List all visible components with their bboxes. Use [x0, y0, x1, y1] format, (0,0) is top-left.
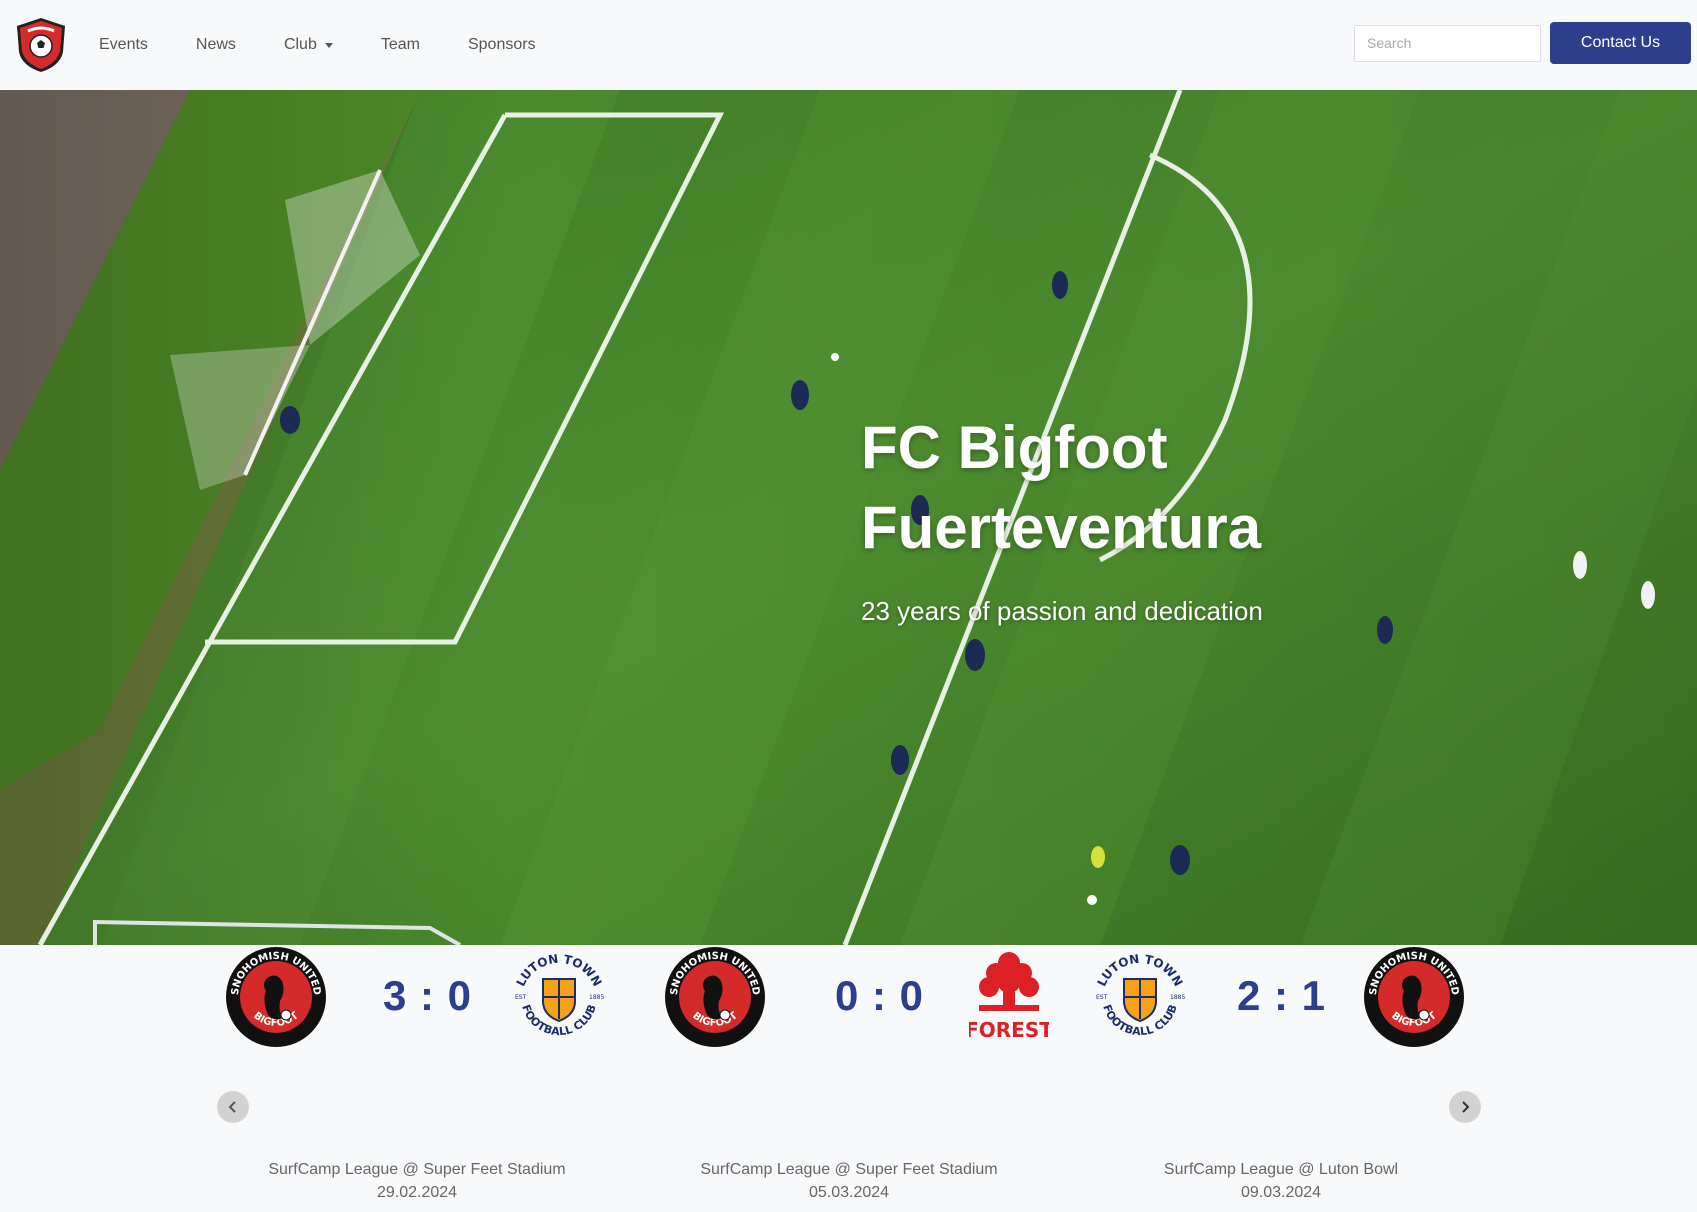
hero-title-line2: Fuerteventura: [861, 494, 1262, 561]
nav-actions: Contact Us: [1354, 22, 1691, 64]
chevron-right-icon: [1462, 1101, 1470, 1113]
match-date: 05.03.2024: [808, 1184, 890, 1201]
match-date: 29.02.2024: [376, 1184, 458, 1201]
nav-club-label: Club: [283, 36, 317, 53]
nav-events[interactable]: Events: [99, 36, 148, 54]
match-card[interactable]: SNOHOMISH UNITED BIGFOOT 0 : 0 FOREST Su…: [649, 945, 1049, 1212]
carousel-next-button[interactable]: [1449, 1091, 1481, 1123]
nav-sponsors[interactable]: Sponsors: [468, 36, 536, 54]
match-info: SurfCamp League @ Luton Bowl 09.03.2024: [1081, 1158, 1481, 1204]
snohomish-united-crest-icon: SNOHOMISH UNITED BIGFOOT: [665, 947, 765, 1047]
nav-news[interactable]: News: [196, 36, 236, 54]
hero-background-image: [0, 90, 1697, 945]
nav-team[interactable]: Team: [381, 36, 420, 54]
hero-banner: FC Bigfoot Fuerteventura 23 years of pas…: [0, 90, 1697, 945]
hero-text: FC Bigfoot Fuerteventura 23 years of pas…: [861, 408, 1421, 627]
luton-town-crest-icon: LUTON TOWN FOOTBALL CLUB EST 1885: [514, 952, 605, 1038]
top-navbar: Events News Club Team Sponsors Contact U…: [0, 0, 1697, 90]
chevron-down-icon: [324, 42, 333, 48]
club-logo[interactable]: [14, 16, 68, 74]
contact-us-button[interactable]: Contact Us: [1550, 22, 1691, 64]
svg-text:EST: EST: [515, 994, 527, 1001]
match-info: SurfCamp League @ Super Feet Stadium 29.…: [217, 1158, 617, 1204]
match-results-carousel: SNOHOMISH UNITED BIGFOOT 3 : 0 LUTON TOW…: [0, 945, 1697, 1212]
carousel-prev-button[interactable]: [217, 1091, 249, 1123]
match-competition: SurfCamp League @ Super Feet Stadium: [700, 1161, 998, 1178]
svg-text:1885: 1885: [589, 994, 604, 1001]
match-date: 09.03.2024: [1240, 1184, 1322, 1201]
snohomish-united-crest-icon: SNOHOMISH UNITED BIGFOOT: [226, 947, 326, 1047]
snohomish-united-crest-icon: SNOHOMISH UNITED BIGFOOT: [1364, 947, 1464, 1047]
match-info: SurfCamp League @ Super Feet Stadium 05.…: [649, 1158, 1049, 1204]
match-competition: SurfCamp League @ Luton Bowl: [1163, 1161, 1399, 1178]
hero-title-line1: FC Bigfoot: [861, 414, 1168, 481]
match-card[interactable]: SNOHOMISH UNITED BIGFOOT 3 : 0 LUTON TOW…: [217, 945, 617, 1212]
svg-text:FOREST: FOREST: [969, 1018, 1049, 1042]
nottingham-forest-crest-icon: FOREST: [969, 952, 1049, 1042]
svg-text:1885: 1885: [1170, 994, 1185, 1001]
match-score: 3 : 0: [383, 972, 473, 1019]
hero-subtitle: 23 years of passion and dedication: [861, 596, 1263, 626]
match-score: 2 : 1: [1237, 972, 1327, 1019]
match-card[interactable]: LUTON TOWN FOOTBALL CLUB EST 1885 2 : 1 …: [1081, 945, 1481, 1212]
nav-club-dropdown[interactable]: Club: [284, 36, 333, 54]
search-input[interactable]: [1354, 24, 1541, 62]
chevron-left-icon: [228, 1101, 236, 1113]
match-competition: SurfCamp League @ Super Feet Stadium: [268, 1161, 566, 1178]
luton-town-crest-icon: LUTON TOWN FOOTBALL CLUB EST 1885: [1095, 952, 1186, 1038]
main-nav: Events News Club Team Sponsors: [99, 36, 584, 54]
svg-text:EST: EST: [1096, 994, 1108, 1001]
match-score: 0 : 0: [835, 972, 925, 1019]
hero-title: FC Bigfoot Fuerteventura: [861, 408, 1421, 568]
